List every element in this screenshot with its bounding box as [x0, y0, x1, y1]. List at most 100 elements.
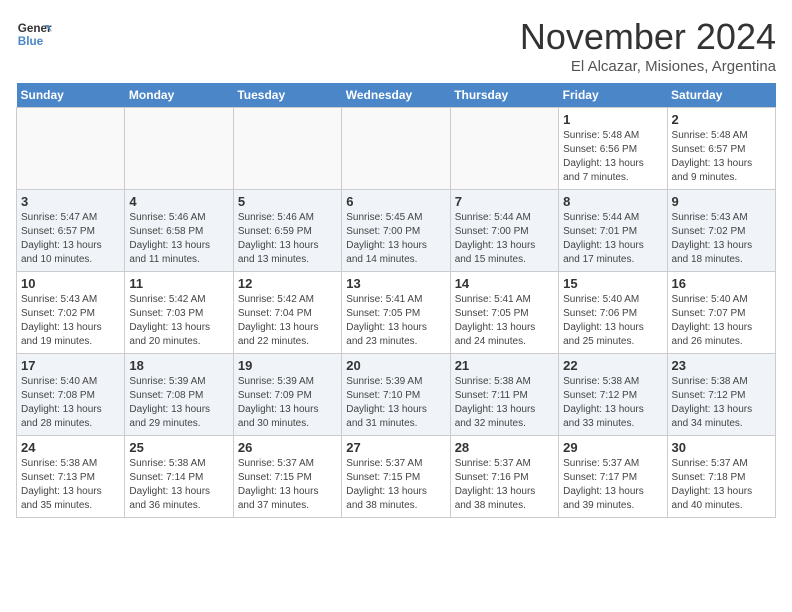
day-info: Sunrise: 5:37 AM Sunset: 7:16 PM Dayligh… [455, 457, 554, 513]
calendar-cell [125, 108, 233, 190]
page-header: General Blue November 2024 El Alcazar, M… [16, 16, 776, 75]
calendar-cell: 14Sunrise: 5:41 AM Sunset: 7:05 PM Dayli… [450, 272, 558, 354]
logo-icon: General Blue [16, 16, 52, 52]
day-info: Sunrise: 5:37 AM Sunset: 7:15 PM Dayligh… [238, 457, 337, 513]
header-row: SundayMondayTuesdayWednesdayThursdayFrid… [17, 83, 776, 108]
calendar-cell: 15 Sunrise: 5:40 AM Sunset: 7:06 PM Dayli… [559, 272, 667, 354]
day-number: 2 [672, 112, 771, 127]
day-number: 13 [346, 276, 445, 291]
day-info: Sunrise: 5:38 AM Sunset: 7:12 PM Dayligh… [672, 375, 771, 431]
day-info: Sunrise: 5:48 AM Sunset: 6:57 PM Dayligh… [672, 129, 771, 185]
day-info: Sunrise: 5:38 AM Sunset: 7:13 PM Dayligh… [21, 457, 120, 513]
day-number: 3 [21, 194, 120, 209]
calendar-cell [233, 108, 341, 190]
week-row-1: 1 Sunrise: 5:48 AM Sunset: 6:56 PM Daylig… [17, 108, 776, 190]
day-number: 10 [21, 276, 120, 291]
calendar-cell: 25Sunrise: 5:38 AM Sunset: 7:14 PM Dayli… [125, 436, 233, 518]
day-number: 4 [129, 194, 228, 209]
week-row-3: 10 Sunrise: 5:43 AM Sunset: 7:02 PM Dayli… [17, 272, 776, 354]
day-number: 8 [563, 194, 662, 209]
day-number: 14 [455, 276, 554, 291]
day-number: 20 [346, 358, 445, 373]
day-info: Sunrise: 5:43 AM Sunset: 7:02 PM Dayligh… [21, 293, 120, 349]
day-number: 29 [563, 440, 662, 455]
day-info: Sunrise: 5:40 AM Sunset: 7:08 PM Dayligh… [21, 375, 120, 431]
day-number: 23 [672, 358, 771, 373]
day-number: 9 [672, 194, 771, 209]
day-info: Sunrise: 5:45 AM Sunset: 7:00 PM Dayligh… [346, 211, 445, 267]
day-info: Sunrise: 5:39 AM Sunset: 7:09 PM Dayligh… [238, 375, 337, 431]
day-info: Sunrise: 5:43 AM Sunset: 7:02 PM Dayligh… [672, 211, 771, 267]
calendar-cell: 1 Sunrise: 5:48 AM Sunset: 6:56 PM Daylig… [559, 108, 667, 190]
day-number: 17 [21, 358, 120, 373]
calendar-cell: 3 Sunrise: 5:47 AM Sunset: 6:57 PM Daylig… [17, 190, 125, 272]
day-info: Sunrise: 5:40 AM Sunset: 7:07 PM Dayligh… [672, 293, 771, 349]
day-info: Sunrise: 5:46 AM Sunset: 6:59 PM Dayligh… [238, 211, 337, 267]
calendar-cell: 4 Sunrise: 5:46 AM Sunset: 6:58 PM Daylig… [125, 190, 233, 272]
day-info: Sunrise: 5:47 AM Sunset: 6:57 PM Dayligh… [21, 211, 120, 267]
week-row-4: 17 Sunrise: 5:40 AM Sunset: 7:08 PM Dayli… [17, 354, 776, 436]
calendar-cell: 20 Sunrise: 5:39 AM Sunset: 7:10 PM Dayli… [342, 354, 450, 436]
calendar-cell: 28 Sunrise: 5:37 AM Sunset: 7:16 PM Dayli… [450, 436, 558, 518]
day-number: 22 [563, 358, 662, 373]
calendar-cell: 2 Sunrise: 5:48 AM Sunset: 6:57 PM Daylig… [667, 108, 775, 190]
day-number: 19 [238, 358, 337, 373]
location-subtitle: El Alcazar, Misiones, Argentina [520, 58, 776, 75]
calendar-cell: 30Sunrise: 5:37 AM Sunset: 7:18 PM Dayli… [667, 436, 775, 518]
week-row-2: 3 Sunrise: 5:47 AM Sunset: 6:57 PM Daylig… [17, 190, 776, 272]
day-info: Sunrise: 5:39 AM Sunset: 7:08 PM Dayligh… [129, 375, 228, 431]
calendar-cell: 22 Sunrise: 5:38 AM Sunset: 7:12 PM Dayli… [559, 354, 667, 436]
day-info: Sunrise: 5:37 AM Sunset: 7:17 PM Dayligh… [563, 457, 662, 513]
day-info: Sunrise: 5:37 AM Sunset: 7:18 PM Dayligh… [672, 457, 771, 513]
header-tuesday: Tuesday [233, 83, 341, 108]
calendar-cell: 9 Sunrise: 5:43 AM Sunset: 7:02 PM Daylig… [667, 190, 775, 272]
day-number: 11 [129, 276, 228, 291]
day-info: Sunrise: 5:41 AM Sunset: 7:05 PM Dayligh… [346, 293, 445, 349]
calendar-cell: 18Sunrise: 5:39 AM Sunset: 7:08 PM Dayli… [125, 354, 233, 436]
day-info: Sunrise: 5:38 AM Sunset: 7:12 PM Dayligh… [563, 375, 662, 431]
day-info: Sunrise: 5:42 AM Sunset: 7:04 PM Dayligh… [238, 293, 337, 349]
day-info: Sunrise: 5:42 AM Sunset: 7:03 PM Dayligh… [129, 293, 228, 349]
header-monday: Monday [125, 83, 233, 108]
day-number: 27 [346, 440, 445, 455]
calendar-cell [450, 108, 558, 190]
day-info: Sunrise: 5:39 AM Sunset: 7:10 PM Dayligh… [346, 375, 445, 431]
day-number: 7 [455, 194, 554, 209]
week-row-5: 24 Sunrise: 5:38 AM Sunset: 7:13 PM Dayli… [17, 436, 776, 518]
logo: General Blue [16, 16, 52, 52]
month-title: November 2024 [520, 16, 776, 58]
calendar-cell [342, 108, 450, 190]
title-block: November 2024 El Alcazar, Misiones, Arge… [520, 16, 776, 75]
day-number: 15 [563, 276, 662, 291]
calendar-cell: 13 Sunrise: 5:41 AM Sunset: 7:05 PM Dayli… [342, 272, 450, 354]
header-thursday: Thursday [450, 83, 558, 108]
calendar-cell: 19 Sunrise: 5:39 AM Sunset: 7:09 PM Dayli… [233, 354, 341, 436]
day-number: 12 [238, 276, 337, 291]
svg-text:General: General [18, 22, 52, 35]
calendar-cell: 12 Sunrise: 5:42 AM Sunset: 7:04 PM Dayli… [233, 272, 341, 354]
day-info: Sunrise: 5:37 AM Sunset: 7:15 PM Dayligh… [346, 457, 445, 513]
day-number: 21 [455, 358, 554, 373]
header-friday: Friday [559, 83, 667, 108]
calendar-cell: 29 Sunrise: 5:37 AM Sunset: 7:17 PM Dayli… [559, 436, 667, 518]
calendar-cell: 23 Sunrise: 5:38 AM Sunset: 7:12 PM Dayli… [667, 354, 775, 436]
calendar-table: SundayMondayTuesdayWednesdayThursdayFrid… [16, 83, 776, 518]
day-info: Sunrise: 5:38 AM Sunset: 7:14 PM Dayligh… [129, 457, 228, 513]
day-number: 5 [238, 194, 337, 209]
calendar-cell: 6Sunrise: 5:45 AM Sunset: 7:00 PM Daylig… [342, 190, 450, 272]
day-number: 28 [455, 440, 554, 455]
calendar-cell: 17 Sunrise: 5:40 AM Sunset: 7:08 PM Dayli… [17, 354, 125, 436]
day-info: Sunrise: 5:38 AM Sunset: 7:11 PM Dayligh… [455, 375, 554, 431]
day-number: 24 [21, 440, 120, 455]
header-saturday: Saturday [667, 83, 775, 108]
day-number: 1 [563, 112, 662, 127]
calendar-cell [17, 108, 125, 190]
day-info: Sunrise: 5:46 AM Sunset: 6:58 PM Dayligh… [129, 211, 228, 267]
calendar-cell: 26 Sunrise: 5:37 AM Sunset: 7:15 PM Dayli… [233, 436, 341, 518]
day-info: Sunrise: 5:48 AM Sunset: 6:56 PM Dayligh… [563, 129, 662, 185]
day-number: 16 [672, 276, 771, 291]
calendar-cell: 8Sunrise: 5:44 AM Sunset: 7:01 PM Daylig… [559, 190, 667, 272]
day-number: 26 [238, 440, 337, 455]
day-info: Sunrise: 5:40 AM Sunset: 7:06 PM Dayligh… [563, 293, 662, 349]
calendar-cell: 27 Sunrise: 5:37 AM Sunset: 7:15 PM Dayli… [342, 436, 450, 518]
